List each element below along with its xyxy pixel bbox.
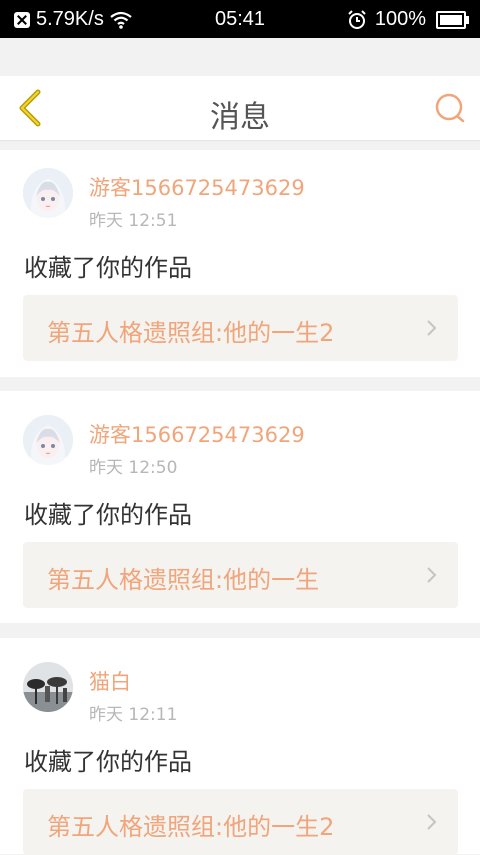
chevron-right-icon xyxy=(427,814,437,830)
username[interactable]: 猫白 xyxy=(89,666,131,696)
alarm-icon xyxy=(348,9,366,29)
message-card: 猫白 昨天 12:11 收藏了你的作品 第五人格遗照组:他的一生2 xyxy=(0,638,480,855)
username[interactable]: 游客1566725473629 xyxy=(89,419,305,449)
message-action: 收藏了你的作品 xyxy=(24,501,192,529)
work-link[interactable]: 第五人格遗照组:他的一生2 xyxy=(23,789,458,855)
work-title: 第五人格遗照组:他的一生2 xyxy=(47,813,335,841)
avatar[interactable] xyxy=(23,415,73,465)
page-title: 消息 xyxy=(210,100,270,135)
message-time: 昨天 12:11 xyxy=(89,705,178,725)
username[interactable]: 游客1566725473629 xyxy=(89,172,305,202)
avatar[interactable] xyxy=(23,662,73,712)
status-bar: 5.79K/s 05:41 100% xyxy=(0,0,480,38)
battery-percent: 100% xyxy=(374,8,426,30)
work-title: 第五人格遗照组:他的一生 xyxy=(47,566,320,594)
battery-icon xyxy=(436,10,469,29)
chevron-right-icon xyxy=(427,567,437,583)
header-bar: 消息 xyxy=(0,76,480,141)
work-title: 第五人格遗照组:他的一生2 xyxy=(47,319,335,347)
message-time: 昨天 12:51 xyxy=(89,211,178,231)
chevron-right-icon xyxy=(427,320,437,336)
avatar[interactable] xyxy=(23,168,73,218)
work-link[interactable]: 第五人格遗照组:他的一生2 xyxy=(23,295,458,361)
message-action: 收藏了你的作品 xyxy=(24,748,192,776)
search-icon[interactable] xyxy=(434,92,466,124)
message-card: 游客1566725473629 昨天 12:50 收藏了你的作品 第五人格遗照组… xyxy=(0,391,480,623)
message-action: 收藏了你的作品 xyxy=(24,254,192,282)
message-card: 游客1566725473629 昨天 12:51 收藏了你的作品 第五人格遗照组… xyxy=(0,150,480,377)
work-link[interactable]: 第五人格遗照组:他的一生 xyxy=(23,542,458,608)
message-time: 昨天 12:50 xyxy=(89,458,178,478)
